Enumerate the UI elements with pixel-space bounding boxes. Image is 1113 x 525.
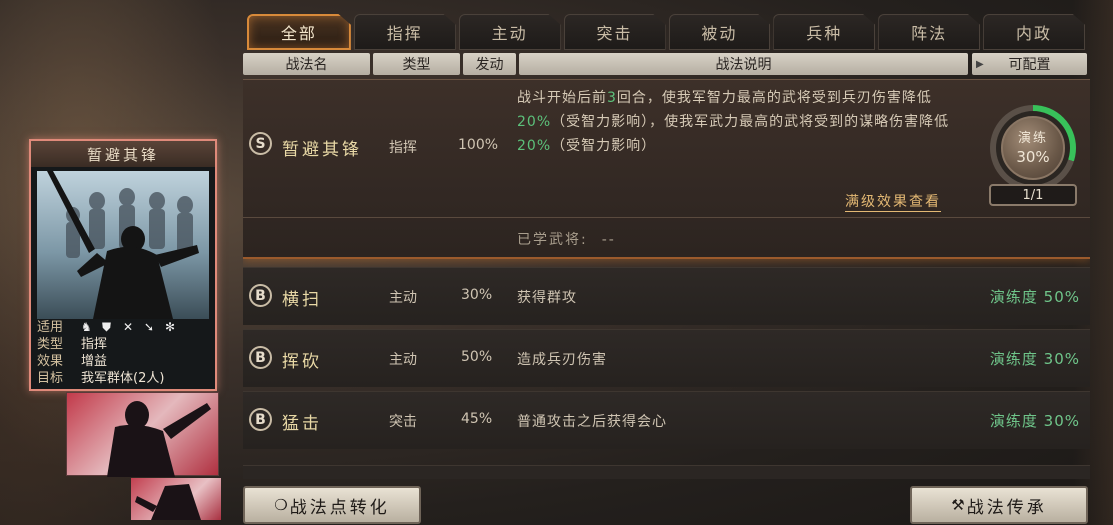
tab-all[interactable]: 全部 xyxy=(247,14,351,50)
grade-badge: B xyxy=(249,284,272,307)
grade-badge: B xyxy=(249,346,272,369)
tab-command[interactable]: 指挥 xyxy=(353,14,456,50)
skill-name: 暂避其锋 xyxy=(282,140,362,160)
desc-highlight: 3 xyxy=(607,90,617,106)
card-thumbnail xyxy=(66,392,219,477)
tab-formation[interactable]: 阵法 xyxy=(878,14,981,50)
proficiency: 演练度 30% xyxy=(989,350,1080,368)
proficiency: 演练度 30% xyxy=(989,412,1080,430)
tab-troop[interactable]: 兵种 xyxy=(773,14,876,50)
points-icon: ❍ xyxy=(274,496,288,514)
type-label: 类型 xyxy=(37,337,64,352)
card-thumbnail-small xyxy=(131,478,221,520)
convert-label: 战法点转化 xyxy=(289,497,390,518)
skill-rate: 30% xyxy=(461,287,493,303)
desc-text: （受智力影响） xyxy=(551,138,657,154)
card-title: 暂避其锋 xyxy=(31,141,215,167)
skill-description: 造成兵刃伤害 xyxy=(517,352,607,368)
skill-rate: 50% xyxy=(461,349,493,365)
grade-badge: B xyxy=(249,408,272,431)
skill-name: 猛击 xyxy=(282,414,322,434)
skill-inherit-button[interactable]: ⚒ 战法传承 xyxy=(910,486,1088,524)
skill-type: 指挥 xyxy=(389,140,417,156)
card-info: 适用 ♞ ⛊ ✕ ➘ ✻ 类型 指挥 效果 增益 目标 我军群体(2人) xyxy=(37,319,209,387)
skill-rate: 45% xyxy=(461,411,493,427)
tab-active[interactable]: 主动 xyxy=(458,14,561,50)
type-value: 指挥 xyxy=(81,337,108,352)
learned-value: -- xyxy=(601,232,616,248)
skill-rate: 100% xyxy=(458,137,499,153)
proficiency: 演练度 50% xyxy=(989,288,1080,306)
inherit-label: 战法传承 xyxy=(966,497,1047,518)
target-label: 目标 xyxy=(37,371,64,386)
tab-passive[interactable]: 被动 xyxy=(668,14,771,50)
desc-text: （受智力影响），使我军武力最高的武将受到的谋略伤害降低 xyxy=(551,114,950,130)
category-tabs: 全部 指挥 主动 突击 被动 兵种 阵法 内政 xyxy=(247,14,1085,50)
column-header-name[interactable]: 战法名 xyxy=(243,53,370,75)
skill-type: 突击 xyxy=(389,414,417,430)
drill-widget[interactable]: 演练 30% 1/1 xyxy=(986,105,1082,217)
skill-row-partial[interactable] xyxy=(243,465,1090,479)
max-level-effect-link[interactable]: 满级效果查看 xyxy=(845,191,941,212)
tab-assault[interactable]: 突击 xyxy=(563,14,666,50)
desc-text: 回合，使我军智力最高的武将受到兵刃伤害降低 xyxy=(616,90,932,106)
spear-icon: ➘ xyxy=(144,320,155,334)
skill-row[interactable]: B 猛击 突击 45% 普通攻击之后获得会心 演练度 30% xyxy=(243,391,1090,449)
effect-value: 增益 xyxy=(81,354,108,369)
card-illustration xyxy=(37,171,209,319)
chariot-icon: ✻ xyxy=(165,320,176,334)
skill-row[interactable]: B 挥砍 主动 50% 造成兵刃伤害 演练度 30% xyxy=(243,329,1090,387)
desc-highlight: 20% xyxy=(517,114,552,130)
desc-highlight: 20% xyxy=(517,138,552,154)
cavalry-icon: ♞ xyxy=(81,320,92,334)
column-header-rate[interactable]: 发动 xyxy=(463,53,516,75)
target-value: 我军群体(2人) xyxy=(81,371,165,386)
drill-progress-ring: 演练 30% xyxy=(990,105,1076,191)
skill-description: 战斗开始后前3回合，使我军智力最高的武将受到兵刃伤害降低20%（受智力影响），使… xyxy=(517,86,957,158)
learned-generals: 已学武将: -- xyxy=(517,229,616,249)
convert-skill-points-button[interactable]: ❍ 战法点转化 xyxy=(243,486,421,524)
column-header-type[interactable]: 类型 xyxy=(373,53,460,75)
drill-label: 演练 xyxy=(1017,131,1048,146)
hammer-icon: ⚒ xyxy=(951,496,965,514)
skill-type: 主动 xyxy=(389,290,417,306)
skill-list[interactable]: S 暂避其锋 指挥 100% 战斗开始后前3回合，使我军智力最高的武将受到兵刃伤… xyxy=(243,79,1090,479)
fit-label: 适用 xyxy=(37,320,64,335)
column-header-configurable[interactable]: 可配置 xyxy=(972,53,1087,75)
skill-card: 暂避其锋 适用 ♞ ⛊ ✕ ➘ ✻ 类型 指挥 效果 增益 目标 我军群体(2人… xyxy=(29,139,217,391)
tab-domestic[interactable]: 内政 xyxy=(983,14,1085,50)
effect-label: 效果 xyxy=(37,354,64,369)
warrior-illustration xyxy=(47,171,199,319)
shield-icon: ⛊ xyxy=(102,320,112,334)
figure-silhouette xyxy=(107,401,211,477)
drill-count: 1/1 xyxy=(989,184,1077,206)
column-header-desc: 战法说明 xyxy=(519,53,968,75)
drill-percent: 30% xyxy=(1016,148,1050,166)
skill-description: 普通攻击之后获得会心 xyxy=(517,414,667,430)
figure-silhouette xyxy=(135,484,201,520)
desc-text: 战斗开始后前 xyxy=(517,90,607,106)
skill-name: 挥砍 xyxy=(282,352,322,372)
grade-badge: S xyxy=(249,132,272,155)
drill-button[interactable]: 演练 30% xyxy=(1001,116,1065,180)
fit-troop-icons: ♞ ⛊ ✕ ➘ ✻ xyxy=(81,319,178,336)
skill-description: 获得群攻 xyxy=(517,290,577,306)
skill-name: 横扫 xyxy=(282,290,322,310)
learned-label: 已学武将: xyxy=(517,232,588,248)
bow-icon: ✕ xyxy=(123,320,134,334)
skill-type: 主动 xyxy=(389,352,417,368)
skill-row[interactable]: B 横扫 主动 30% 获得群攻 演练度 50% xyxy=(243,267,1090,325)
skill-row-selected[interactable]: S 暂避其锋 指挥 100% 战斗开始后前3回合，使我军智力最高的武将受到兵刃伤… xyxy=(243,79,1090,259)
row-divider xyxy=(243,217,1090,218)
